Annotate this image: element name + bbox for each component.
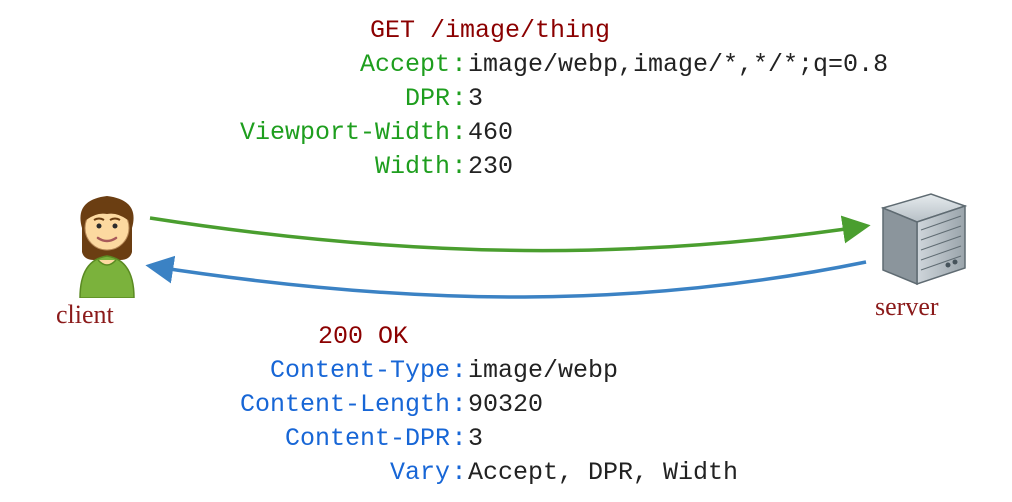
client-icon [62,190,152,298]
response-status-line: 200 OK [318,320,408,354]
response-header-value: Accept, DPR, Width [468,456,890,490]
request-header-name: Accept [120,48,450,82]
request-header-value: 3 [468,82,890,116]
request-header-name: Width [120,150,450,184]
colon: : [450,456,468,490]
response-header-name: Vary [120,456,450,490]
http-client-hints-diagram: GET /image/thing Accept : image/webp,ima… [0,0,1012,502]
client-label: client [56,300,114,330]
response-header-value: 90320 [468,388,890,422]
response-header-name: Content-Type [120,354,450,388]
colon: : [450,150,468,184]
response-headers: Content-Type : image/webp Content-Length… [120,354,890,490]
colon: : [450,82,468,116]
server-label: server [875,292,939,322]
colon: : [450,48,468,82]
response-header-name: Content-Length [120,388,450,422]
colon: : [450,388,468,422]
request-header-value: 460 [468,116,890,150]
request-header-value: 230 [468,150,890,184]
request-header-value: image/webp,image/*,*/*;q=0.8 [468,48,890,82]
request-headers: Accept : image/webp,image/*,*/*;q=0.8 DP… [120,48,890,184]
response-header-value: image/webp [468,354,890,388]
server-icon [875,190,973,286]
request-header-name: Viewport-Width [120,116,450,150]
colon: : [450,422,468,456]
request-header-name: DPR [120,82,450,116]
colon: : [450,354,468,388]
response-arrow [150,262,866,297]
response-header-value: 3 [468,422,890,456]
request-arrow [150,218,866,251]
colon: : [450,116,468,150]
request-start-line: GET /image/thing [370,14,610,48]
response-header-name: Content-DPR [120,422,450,456]
